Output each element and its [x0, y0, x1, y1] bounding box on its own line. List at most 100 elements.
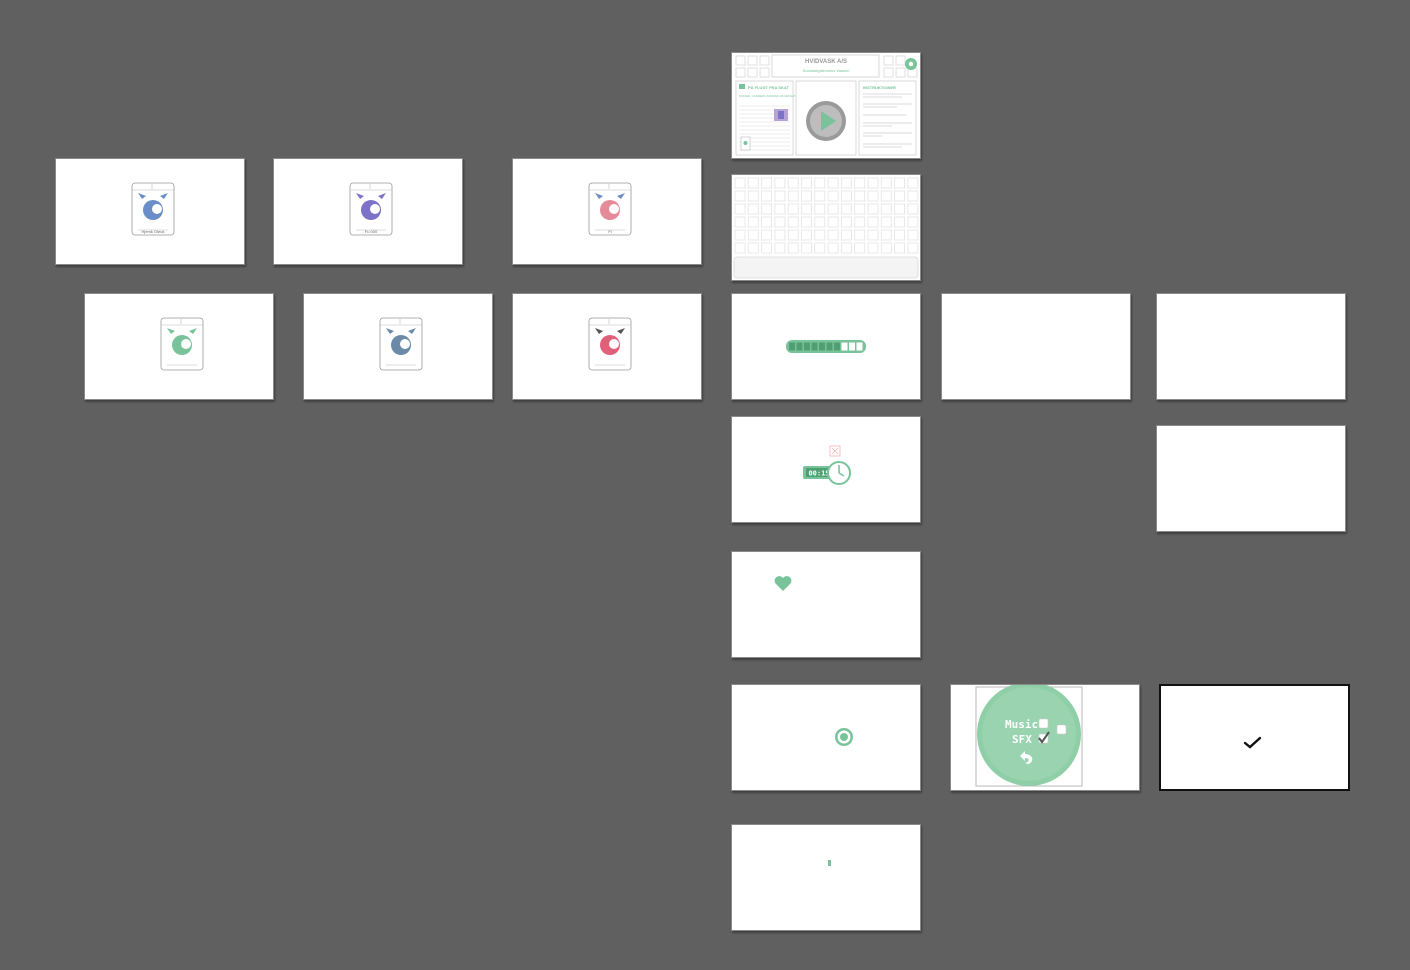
grid-cell: [894, 216, 906, 228]
grid-cell: [827, 229, 839, 241]
grid-cell: [854, 242, 866, 254]
timer-preview: 00:15: [803, 445, 851, 485]
sfx-label: SFX: [1012, 733, 1032, 746]
grid-cell: [854, 229, 866, 241]
grid-cell: [867, 177, 879, 189]
grid-cell: [787, 190, 799, 202]
grid-cell: [814, 242, 826, 254]
grid-cell: [734, 229, 746, 241]
washing-machine-preview: Fi: [588, 182, 632, 236]
artboard-machine-slate[interactable]: [303, 293, 493, 400]
left-panel-subtitle: DOKSEN - KUNDENS HVIDVASK FRI SIMULATOR: [739, 94, 799, 98]
grid-cell: [761, 203, 773, 215]
artboard-settings-button[interactable]: [731, 684, 921, 791]
grid-cell: [880, 229, 892, 241]
artboard-timer[interactable]: 00:15: [731, 416, 921, 523]
grid-cell: [894, 203, 906, 215]
grid-cell: [774, 190, 786, 202]
grid-cell: [761, 229, 773, 241]
artboard-marker[interactable]: [731, 824, 921, 931]
grid-cell: [867, 203, 879, 215]
progress-segment-filled: [804, 342, 810, 351]
machine-caption: Fi: [608, 229, 611, 234]
grid-cell: [787, 203, 799, 215]
artboard-machine-purple[interactable]: Fu 000: [273, 158, 463, 265]
artboard-heart[interactable]: [731, 551, 921, 658]
company-title: HVIDVASK A/S: [805, 59, 847, 65]
artboard-machine-teal[interactable]: [84, 293, 274, 400]
grid-cell: [787, 229, 799, 241]
grid-cell: [734, 203, 746, 215]
grid-cell: [801, 203, 812, 215]
grid-cell: [827, 177, 839, 189]
grid-cell: [787, 242, 799, 254]
grid-cell: [880, 190, 892, 202]
music-checkbox: [1038, 718, 1049, 729]
progress-segment-empty: [841, 342, 848, 351]
artboard-settings-panel[interactable]: Music SFX: [950, 684, 1140, 791]
progress-segment-filled: [789, 342, 795, 351]
grid-cell: [747, 216, 759, 228]
grid-cell: [907, 177, 919, 189]
grid-cell: [867, 190, 879, 202]
instructions-title: INSTRUKTIONER: [863, 85, 896, 90]
grid-cell: [814, 216, 826, 228]
grid-cell: [854, 216, 866, 228]
grid-cell: [841, 242, 852, 254]
grid-cell: [854, 177, 866, 189]
grid-cell: [761, 177, 773, 189]
grid-cell: [774, 203, 786, 215]
artboard-checkmark[interactable]: [1159, 684, 1350, 791]
artboard-grid-background[interactable]: [731, 174, 921, 281]
grid-cell: [747, 203, 759, 215]
grid-cell: [734, 190, 746, 202]
grid-background-preview: [733, 177, 919, 279]
grid-cell: [841, 177, 852, 189]
artboard-main-menu[interactable]: HVIDVASK A/S Socialistgrafonens Vaskeri …: [731, 52, 921, 159]
grid-cell: [747, 177, 759, 189]
marker-icon: [828, 860, 831, 866]
grid-cell: [747, 190, 759, 202]
checkbox-unchecked-icon: [1056, 724, 1067, 735]
artboard-progress-bar[interactable]: [731, 293, 921, 400]
washing-machine-preview: Hjemk Gleuk: [131, 182, 175, 236]
grid-cell: [774, 229, 786, 241]
grid-cell: [827, 203, 839, 215]
grid-cell: [801, 177, 812, 189]
artboard-empty-3[interactable]: [1156, 425, 1346, 532]
grid-cell: [734, 242, 746, 254]
grid-cell: [841, 203, 852, 215]
grid-cell: [867, 216, 879, 228]
washing-machine-preview: [588, 317, 632, 371]
progress-segment-empty: [856, 342, 863, 351]
grid-cell: [814, 177, 826, 189]
artboard-machine-blue[interactable]: Hjemk Gleuk: [55, 158, 245, 265]
grid-cell: [907, 229, 919, 241]
grid-cell: [774, 242, 786, 254]
washing-machine-preview: [160, 317, 204, 371]
machine-caption: Fu 000: [365, 229, 378, 234]
grid-cell: [907, 203, 919, 215]
progress-segment-filled: [811, 342, 818, 351]
progress-bar-preview: [786, 340, 866, 353]
grid-cell: [867, 229, 879, 241]
grid-cell: [841, 216, 852, 228]
grid-cell: [907, 242, 919, 254]
grid-cell: [814, 229, 826, 241]
grid-cell: [801, 229, 812, 241]
grid-cell: [841, 190, 852, 202]
company-subtitle: Socialistgrafonens Vaskeri: [803, 68, 850, 73]
grid-cell: [734, 216, 746, 228]
grid-cell: [894, 177, 906, 189]
artboard-empty-1[interactable]: [941, 293, 1131, 400]
grid-cell: [841, 229, 852, 241]
grid-cell: [880, 203, 892, 215]
artboard-empty-2[interactable]: [1156, 293, 1346, 400]
grid-cell: [880, 242, 892, 254]
grid-cell: [774, 216, 786, 228]
grid-cell: [787, 216, 799, 228]
grid-cell: [880, 177, 892, 189]
artboard-machine-pink[interactable]: Fi: [512, 158, 702, 265]
artboard-machine-red[interactable]: [512, 293, 702, 400]
grid-cell: [880, 216, 892, 228]
